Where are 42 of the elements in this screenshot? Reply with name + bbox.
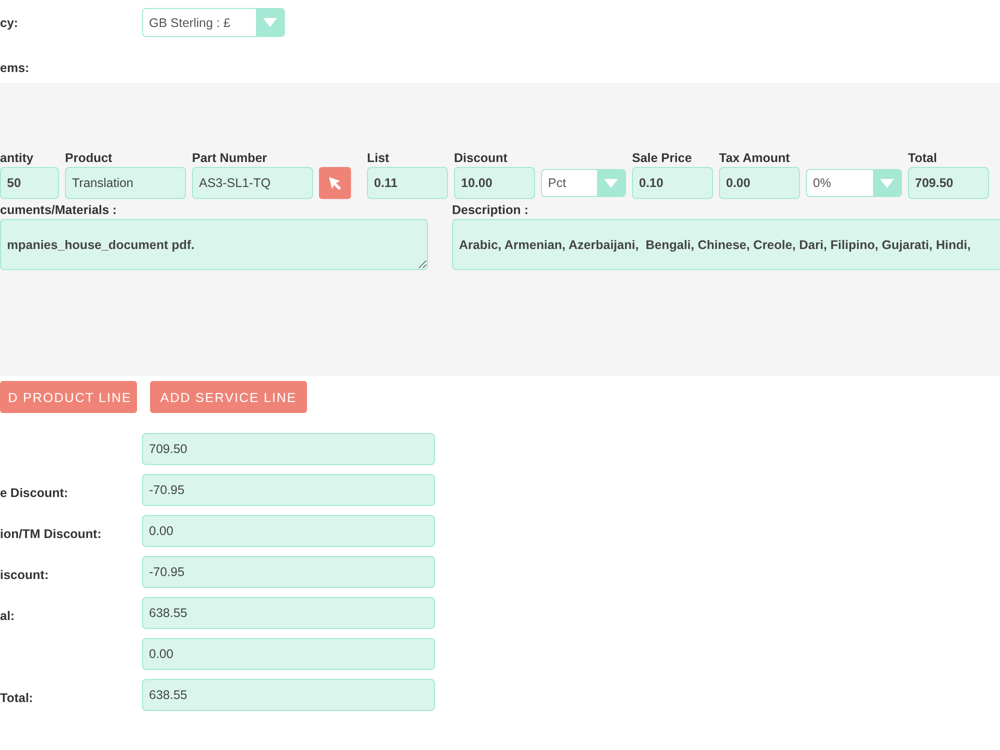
caret-icon — [604, 178, 618, 188]
column-label: Product — [65, 151, 114, 165]
input-field[interactable]: 0.10 — [632, 167, 713, 199]
field-label: Description : — [452, 203, 530, 217]
field-label: e Discount: — [0, 485, 70, 500]
field-label: Total: — [0, 690, 34, 705]
total-field[interactable]: 0.00 — [142, 638, 435, 670]
total-field[interactable]: -70.95 — [142, 556, 435, 588]
total-field[interactable]: -70.95 — [142, 474, 435, 506]
input-field[interactable]: 0.00 — [719, 167, 800, 199]
input-field[interactable]: 50 — [0, 167, 59, 199]
currency-select[interactable]: GB Sterling : £ — [142, 8, 285, 37]
column-label: List — [367, 151, 390, 165]
select-field[interactable]: Pct — [541, 169, 626, 197]
field-label: cy: — [0, 16, 20, 30]
description-field[interactable]: Arabic, Armenian, Azerbaijani, Bengali, Chinese, Creole, Dari, Filipino, Gujarati, Hindi, — [452, 219, 1000, 270]
column-label: Part Number — [192, 151, 268, 165]
total-field[interactable]: 638.55 — [142, 597, 435, 629]
field-label: iscount: — [0, 567, 50, 582]
column-label: Total — [908, 151, 938, 165]
field-label: al: — [0, 608, 16, 623]
select-field[interactable]: 0% — [806, 169, 902, 197]
field-label: cuments/Materials : — [0, 203, 118, 217]
input-field[interactable]: 0.11 — [367, 167, 448, 199]
caret-icon — [880, 178, 894, 188]
select-button[interactable] — [319, 167, 351, 199]
field-label: ems: — [0, 61, 30, 75]
cursor-icon — [329, 176, 341, 190]
column-label: Tax Amount — [719, 151, 791, 165]
input-field[interactable]: 10.00 — [454, 167, 535, 199]
column-label: antity — [0, 151, 34, 165]
input-field[interactable]: Translation — [65, 167, 186, 199]
documents-field[interactable]: mpanies_house_document pdf. — [0, 219, 428, 270]
input-field[interactable]: 709.50 — [908, 167, 989, 199]
column-label: Discount — [454, 151, 508, 165]
total-field[interactable]: 638.55 — [142, 679, 435, 711]
field-label: ion/TM Discount: — [0, 526, 102, 541]
total-field[interactable]: 0.00 — [142, 515, 435, 547]
caret-icon — [263, 18, 277, 27]
total-field[interactable]: 709.50 — [142, 433, 435, 465]
column-label: Sale Price — [632, 151, 693, 165]
input-field[interactable]: AS3-SL1-TQ — [192, 167, 313, 199]
